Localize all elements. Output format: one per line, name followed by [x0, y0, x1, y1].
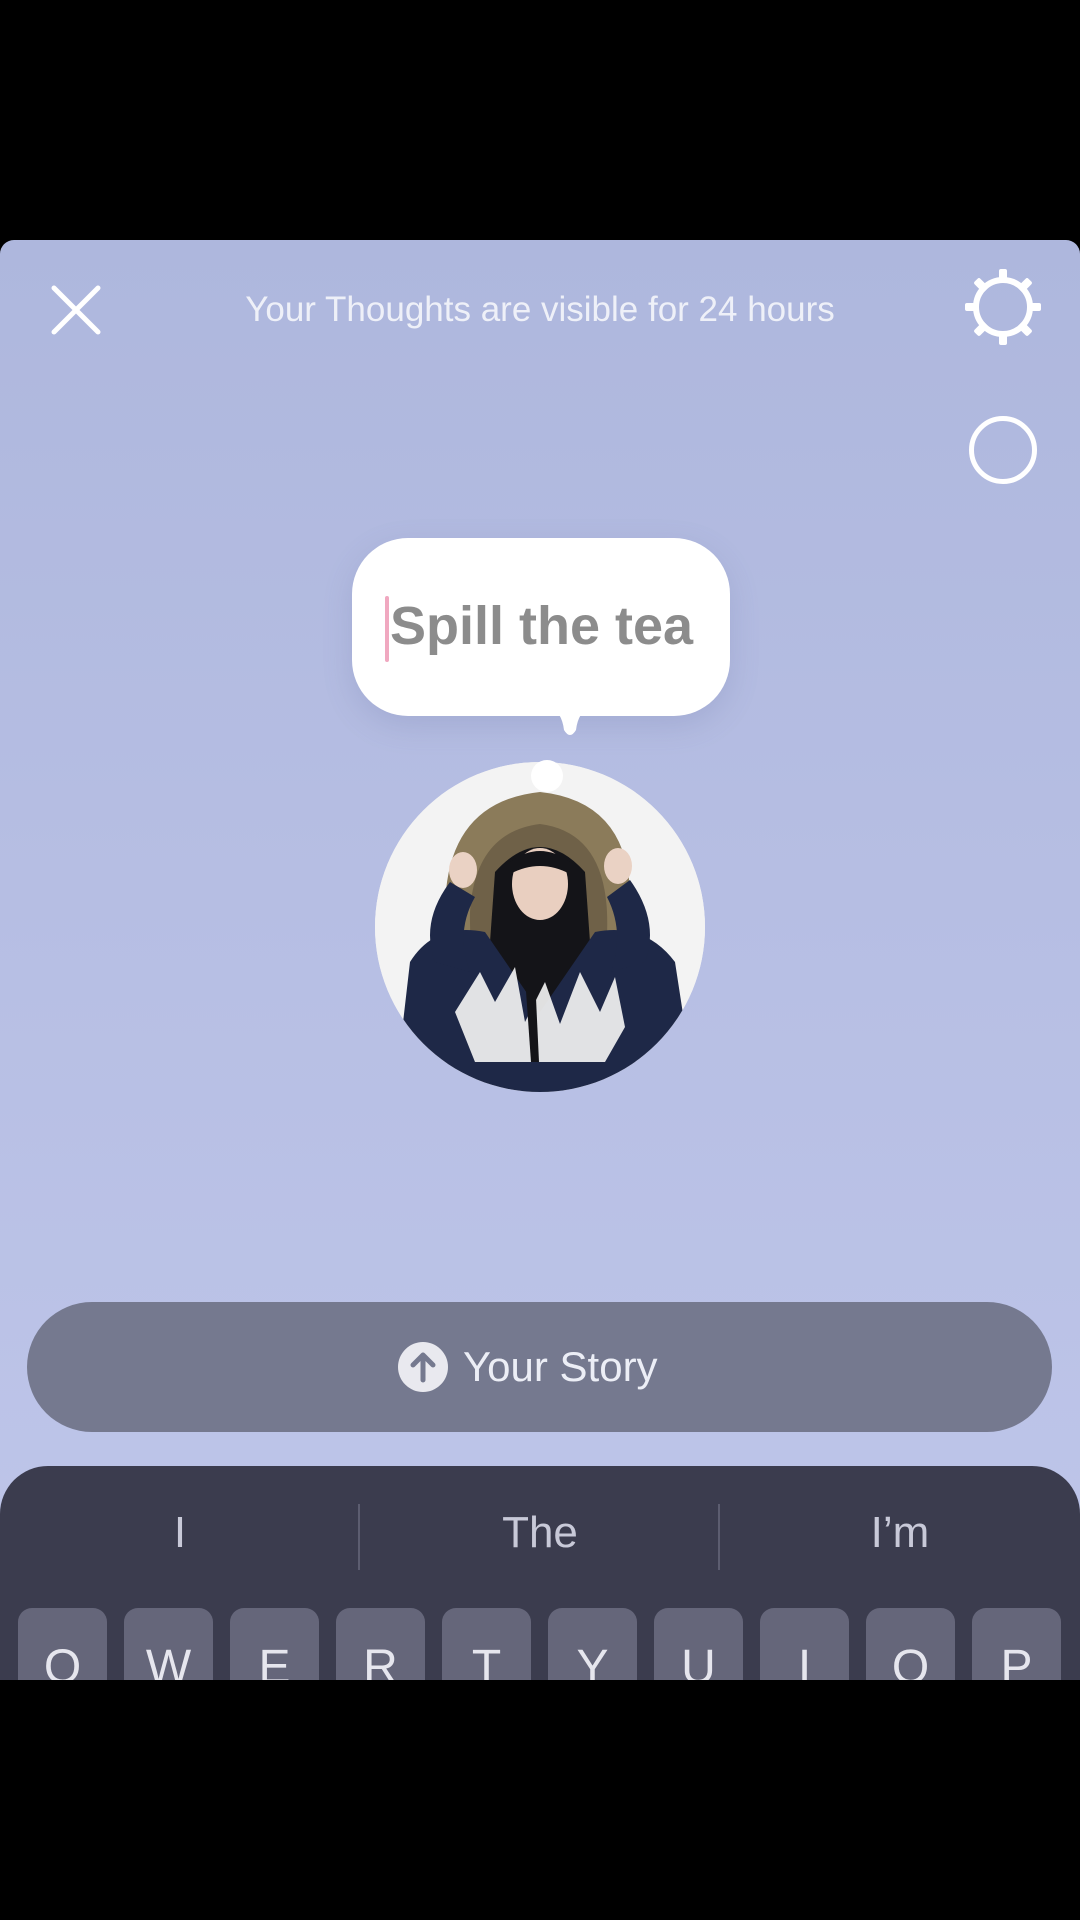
bubble-connector-dot: [531, 760, 563, 792]
suggestion-1[interactable]: I: [10, 1506, 350, 1560]
key-r[interactable]: R: [336, 1608, 425, 1680]
share-to-story-label: Your Story: [463, 1343, 658, 1390]
suggestion-divider: [718, 1504, 720, 1570]
suggestion-2[interactable]: The: [370, 1506, 710, 1560]
key-o[interactable]: O: [866, 1608, 955, 1680]
text-caret: [385, 596, 389, 662]
close-icon: [51, 285, 101, 335]
settings-icon: [965, 269, 1041, 345]
key-y[interactable]: Y: [548, 1608, 637, 1680]
profile-photo: [375, 762, 705, 1092]
key-q[interactable]: Q: [18, 1608, 107, 1680]
thought-bubble-tail: [548, 704, 592, 738]
visibility-note: Your Thoughts are visible for 24 hours: [245, 290, 835, 329]
key-w[interactable]: W: [124, 1608, 213, 1680]
suggestion-3[interactable]: I’m: [730, 1506, 1070, 1560]
avatar: [375, 762, 705, 1092]
key-p[interactable]: P: [972, 1608, 1061, 1680]
upload-arrow-icon: [398, 1342, 448, 1392]
circle-toggle-button[interactable]: [969, 416, 1037, 484]
settings-button[interactable]: [962, 266, 1044, 348]
key-t[interactable]: T: [442, 1608, 531, 1680]
close-button[interactable]: [46, 280, 106, 340]
thoughts-composer-screen: Your Thoughts are visible for 24 hours S…: [0, 240, 1080, 1680]
key-e[interactable]: E: [230, 1608, 319, 1680]
key-u[interactable]: U: [654, 1608, 743, 1680]
suggestion-divider: [358, 1504, 360, 1570]
key-i[interactable]: I: [760, 1608, 849, 1680]
thought-input[interactable]: Spill the tea: [390, 591, 720, 661]
